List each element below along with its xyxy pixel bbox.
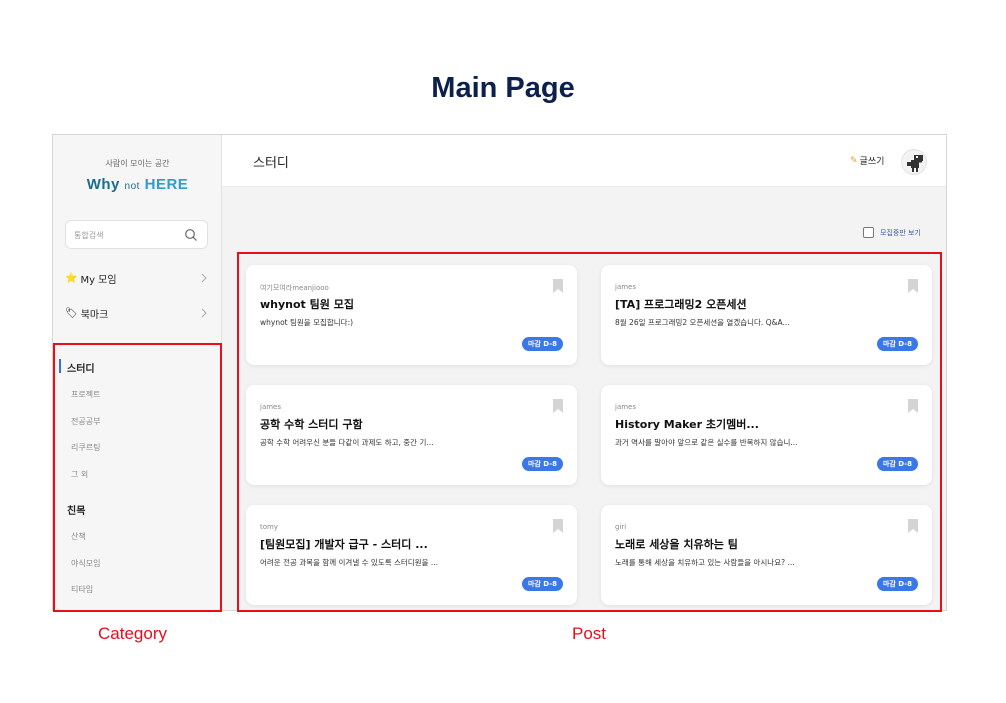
recruiting-only-checkbox[interactable] xyxy=(863,227,874,238)
post-description: 어려운 전공 과목을 함께 이겨낼 수 있도록 스터디원을 ... xyxy=(260,558,439,567)
logo-word-not: not xyxy=(124,181,140,192)
post-description: whynot 팀원을 모집합니다:) xyxy=(260,318,354,327)
write-button-label: 글쓰기 xyxy=(859,157,885,167)
post-author: 여기모여라meanjiooo xyxy=(260,284,329,292)
top-bar: 스터디 ✎ 글쓰기 xyxy=(222,135,946,187)
sidebar-item-bookmarks[interactable]: 🏷 북마크 xyxy=(65,303,208,323)
chevron-right-icon xyxy=(201,273,207,283)
avatar[interactable] xyxy=(901,149,927,175)
bookmark-tag-icon: 🏷 xyxy=(65,307,78,319)
logo[interactable]: Why not HERE xyxy=(53,176,222,193)
post-card[interactable]: tomy [팀원모집] 개발자 급구 - 스터디 ... 어려운 전공 과목을 … xyxy=(246,505,577,605)
filter-label: 모집중만 보기 xyxy=(880,228,921,237)
sidebar-item-label: My 모임 xyxy=(80,274,117,286)
post-description: 공학 수학 어려우신 분들 다같이 과제도 하고, 중간 기... xyxy=(260,438,434,447)
deadline-badge: 마감 D-8 xyxy=(521,457,563,471)
deadline-badge: 마감 D-8 xyxy=(876,577,918,591)
deadline-badge: 마감 D-8 xyxy=(521,577,563,591)
write-button[interactable]: ✎ 글쓰기 xyxy=(850,154,885,168)
logo-word-here: HERE xyxy=(144,176,189,193)
category-social[interactable]: 친목 xyxy=(67,502,85,517)
category-item-late-snack[interactable]: 야식모임 xyxy=(71,558,100,569)
post-author: james xyxy=(615,283,637,291)
search-input[interactable] xyxy=(74,227,179,243)
post-description: 노래를 통해 세상을 치유하고 있는 사람들을 아시나요? ... xyxy=(615,558,795,567)
deadline-badge: 마감 D-8 xyxy=(521,337,563,351)
post-annotation: Post xyxy=(572,624,607,643)
post-title: whynot 팀원 모집 xyxy=(260,298,354,311)
search-box xyxy=(65,220,208,249)
post-author: james xyxy=(260,403,282,411)
tagline: 사람이 모이는 공간 xyxy=(105,159,170,168)
sidebar-item-my-meetings[interactable]: ⭐ My 모임 xyxy=(65,268,208,288)
bookmark-icon[interactable] xyxy=(908,399,918,413)
dinosaur-icon xyxy=(907,155,923,172)
app-window: 사람이 모이는 공간 Why not HERE ⭐ My 모임 🏷 북마크 xyxy=(52,134,947,611)
post-title: History Maker 초기멤버... xyxy=(615,418,759,431)
main-content: 스터디 ✎ 글쓰기 모집중만 보기 여기모여라meanjiooo whynot … xyxy=(222,135,946,610)
category-item-others[interactable]: 그 외 xyxy=(71,469,88,480)
post-title: [TA] 프로그래밍2 오픈세션 xyxy=(615,298,747,311)
post-author: tomy xyxy=(260,523,278,531)
post-card[interactable]: giri 노래로 세상을 치유하는 팀 노래를 통해 세상을 치유하고 있는 사… xyxy=(601,505,932,605)
bookmark-icon[interactable] xyxy=(553,399,563,413)
recruiting-only-filter[interactable]: 모집중만 보기 xyxy=(863,227,921,238)
category-item-walk[interactable]: 산책 xyxy=(71,531,86,542)
post-description: 과거 역사를 말아야 앞으로 같은 실수를 반복하지 않습니... xyxy=(615,438,798,447)
deadline-badge: 마감 D-8 xyxy=(876,457,918,471)
bookmark-icon[interactable] xyxy=(553,519,563,533)
category-study[interactable]: 스터디 xyxy=(67,360,95,375)
post-author: giri xyxy=(615,523,627,531)
pencil-icon: ✎ xyxy=(850,155,858,166)
bookmark-icon[interactable] xyxy=(908,519,918,533)
post-description: 8월 26일 프로그래밍2 오픈세션을 열겠습니다. Q&A... xyxy=(615,318,790,327)
post-title: [팀원모집] 개발자 급구 - 스터디 ... xyxy=(260,538,428,551)
deadline-badge: 마감 D-8 xyxy=(876,337,918,351)
post-title: 노래로 세상을 치유하는 팀 xyxy=(615,538,738,551)
post-card[interactable]: 여기모여라meanjiooo whynot 팀원 모집 whynot 팀원을 모… xyxy=(246,265,577,365)
sidebar-item-label: 북마크 xyxy=(80,309,109,321)
post-title: 공학 수학 스터디 구함 xyxy=(260,418,363,431)
bookmark-icon[interactable] xyxy=(553,279,563,293)
post-card[interactable]: james 공학 수학 스터디 구함 공학 수학 어려우신 분들 다같이 과제도… xyxy=(246,385,577,485)
chevron-right-icon xyxy=(201,308,207,318)
search-icon[interactable] xyxy=(184,228,198,242)
logo-word-why: Why xyxy=(86,176,120,193)
category-item-major-study[interactable]: 전공공부 xyxy=(71,416,100,427)
category-item-project[interactable]: 프로젝트 xyxy=(71,389,100,400)
sidebar: 사람이 모이는 공간 Why not HERE ⭐ My 모임 🏷 북마크 xyxy=(53,135,222,610)
page-heading: Main Page xyxy=(431,72,575,104)
category-item-recruiting[interactable]: 리쿠르팅 xyxy=(71,442,100,453)
star-icon: ⭐ xyxy=(65,272,78,284)
category-item-tea-time[interactable]: 티타임 xyxy=(71,584,93,595)
post-card[interactable]: james [TA] 프로그래밍2 오픈세션 8월 26일 프로그래밍2 오픈세… xyxy=(601,265,932,365)
board-title: 스터디 xyxy=(253,156,289,171)
bookmark-icon[interactable] xyxy=(908,279,918,293)
post-author: james xyxy=(615,403,637,411)
category-annotation: Category xyxy=(98,624,167,643)
post-card[interactable]: james History Maker 초기멤버... 과거 역사를 말아야 앞… xyxy=(601,385,932,485)
active-category-indicator xyxy=(59,359,61,373)
